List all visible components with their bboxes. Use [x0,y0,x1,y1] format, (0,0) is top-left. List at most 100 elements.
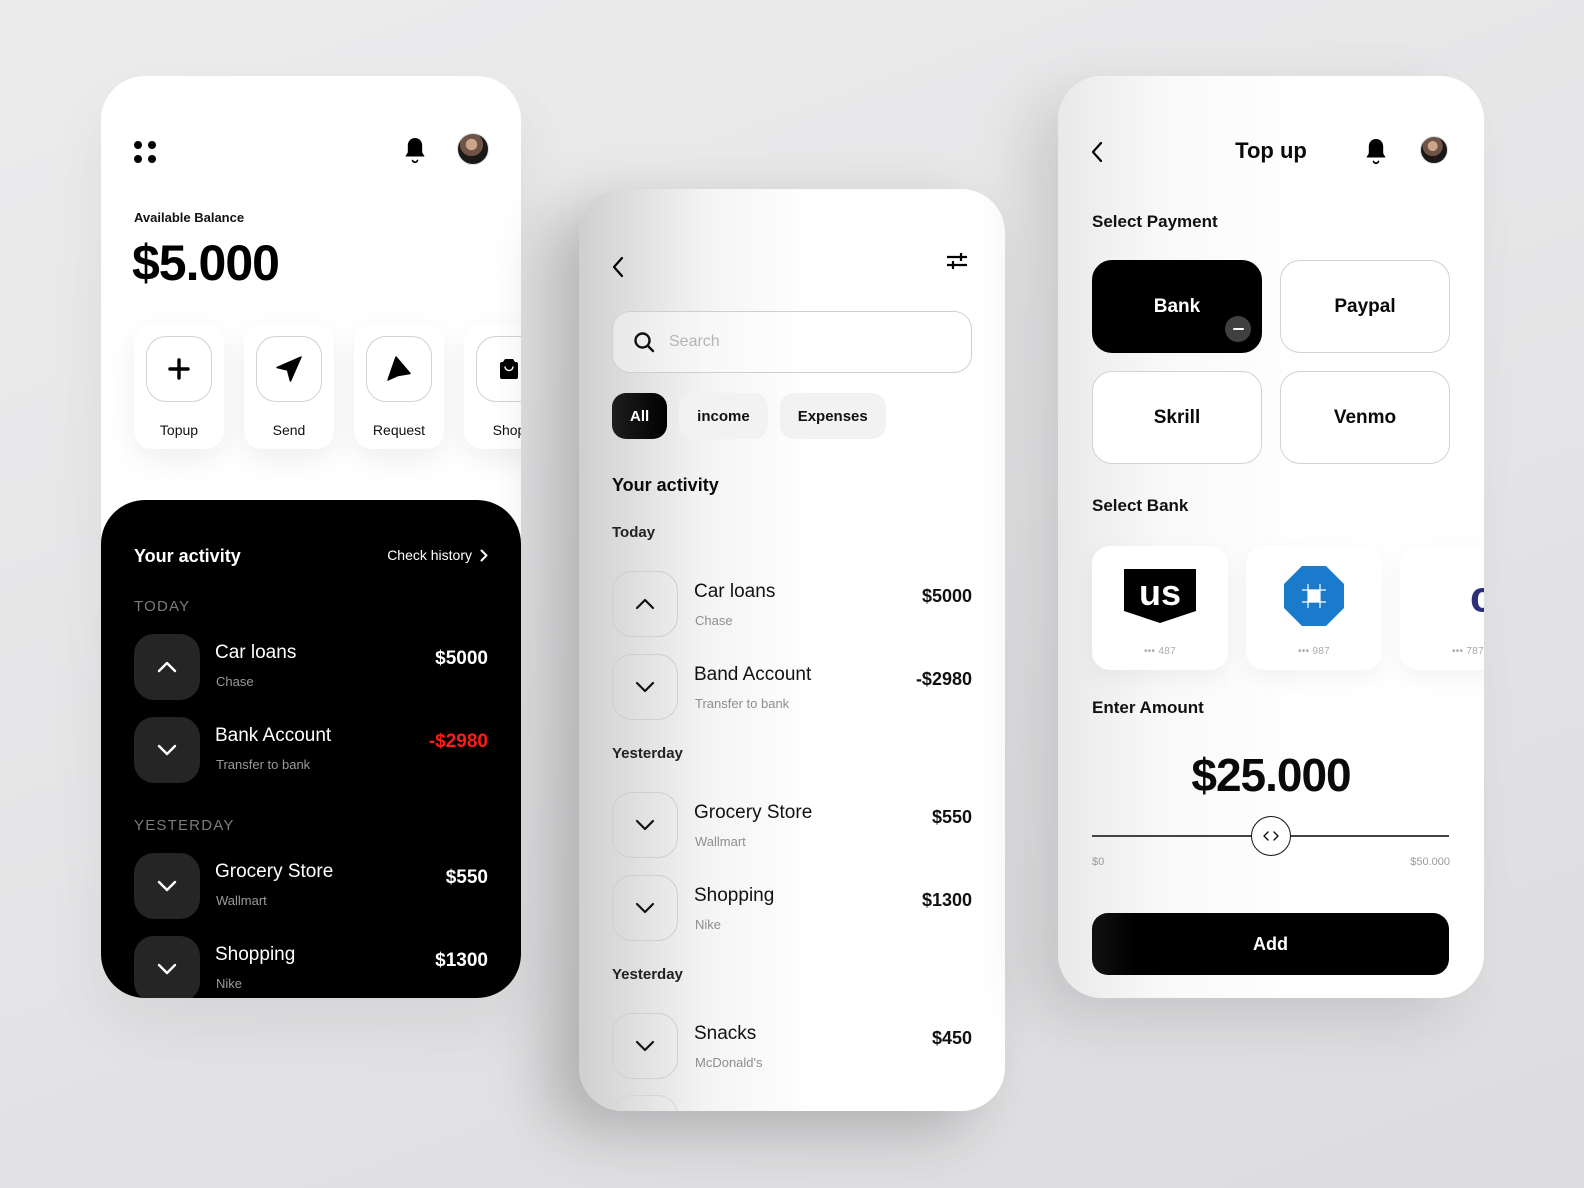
chevron-down-icon [635,819,655,831]
notification-bell-icon[interactable] [403,136,427,166]
transaction-source: Wallmart [695,834,746,849]
transaction-row[interactable]: Shopping Nike $1300 [134,936,488,998]
direction-icon-box [612,571,678,637]
chevron-down-icon [157,963,177,975]
back-button[interactable] [612,256,624,278]
payment-option-label: Skrill [1153,406,1201,428]
check-history-link[interactable]: Check history [387,547,488,563]
topup-action-button[interactable]: Topup [134,324,224,449]
transaction-source: Nike [216,976,243,991]
add-button[interactable]: Add [1092,913,1449,975]
group-label: Yesterday [612,966,683,983]
transaction-amount: $1300 [435,950,488,971]
svg-text:ci: ci [1470,573,1484,621]
transaction-row[interactable]: Car loans Chase $5000 [612,571,972,637]
direction-icon-box [134,853,200,919]
group-label-yesterday: YESTERDAY [134,817,235,834]
transaction-source: Nike [695,917,722,932]
chevron-down-icon [635,681,655,693]
transaction-amount: $550 [445,867,488,888]
slider-max-label: $50.000 [1410,856,1450,868]
shopping-bag-icon [500,359,518,379]
activity-title: Your activity [612,475,719,495]
topup-screen: Top up Select Payment Bank Paypal Skrill… [1058,76,1484,998]
filter-chip-income[interactable]: income [679,393,768,439]
activity-panel: Your activity Check history TODAY Car lo… [101,500,521,998]
transaction-name: Grocery Store [694,802,813,823]
payment-option-bank[interactable]: Bank [1092,260,1262,353]
bank-account-number: ••• 787 [1451,646,1484,657]
bank-account-number: ••• 987 [1297,646,1331,657]
citi-logo: ci [1430,566,1484,626]
transaction-source: Chase [216,674,254,689]
filter-settings-button[interactable] [945,251,969,271]
direction-icon-box [134,717,200,783]
shop-action-button[interactable]: Shop [464,324,521,449]
transaction-row[interactable]: Grocery Store Wallmart $550 [612,792,972,858]
transaction-amount-negative: -$2980 [428,731,488,752]
request-action-button[interactable]: Request [354,324,444,449]
chevron-down-icon [157,744,177,756]
chevron-up-icon [157,661,177,673]
chevron-down-icon [157,880,177,892]
send-action-button[interactable]: Send [244,324,334,449]
home-screen: Available Balance $5.000 Topup Send Requ… [101,76,521,998]
transaction-row[interactable]: Snacks McDonald's $450 [612,1013,972,1079]
transaction-row[interactable]: Band Account Transfer to bank -$2980 [612,654,972,720]
drag-arrows-icon [1262,831,1279,841]
chevron-down-icon [635,1040,655,1052]
transaction-row[interactable]: Bank Account Transfer to bank -$2980 [134,717,488,783]
amount-slider[interactable] [1092,816,1449,856]
transaction-name: Car loans [694,581,776,602]
direction-icon-box [612,792,678,858]
enter-amount-heading: Enter Amount [1092,698,1204,717]
search-field[interactable] [612,311,972,373]
payment-option-skrill[interactable]: Skrill [1092,371,1262,464]
amount-value: $25.000 [1191,749,1351,801]
group-label: Today [612,524,656,541]
shop-icon-box [476,336,521,402]
payment-option-venmo[interactable]: Venmo [1280,371,1450,464]
transaction-name: Band Account [694,664,812,685]
bank-card-chase[interactable]: ••• 987 [1246,546,1382,670]
slider-thumb[interactable] [1250,816,1291,856]
user-avatar[interactable] [457,133,489,165]
transaction-amount: $5000 [435,648,488,669]
select-bank-heading: Select Bank [1092,496,1189,515]
balance-label: Available Balance [134,210,245,225]
send-arrow-icon [276,356,302,382]
payment-options: Bank Paypal Skrill Venmo [1092,260,1450,464]
bank-card-us-bank[interactable]: us ••• 487 [1092,546,1228,670]
user-avatar[interactable] [1420,136,1448,164]
menu-dots-icon[interactable] [134,141,156,163]
remove-icon[interactable] [1225,316,1251,342]
transaction-row[interactable]: Grocery Store Wallmart $550 [134,853,488,919]
payment-option-label: Paypal [1334,295,1396,317]
search-input[interactable] [669,333,929,351]
select-payment-heading: Select Payment [1092,212,1218,231]
filter-chip-all[interactable]: All [612,393,668,439]
bank-list: us ••• 487 ••• 987 ci ••• 787 [1092,546,1484,670]
check-history-label: Check history [387,547,472,563]
payment-option-paypal[interactable]: Paypal [1280,260,1450,353]
slider-min-label: $0 [1092,856,1105,868]
request-arrow-icon [387,356,411,381]
transaction-amount: $1300 [921,890,972,910]
transaction-amount: $550 [931,807,972,827]
quick-actions: Topup Send Request Shop [134,324,521,449]
filter-chip-expenses[interactable]: Expenses [779,393,886,439]
direction-icon-box [134,634,200,700]
direction-icon-box [612,1013,678,1079]
us-bank-logo: us [1122,566,1198,626]
transaction-row-partial[interactable] [612,1095,678,1111]
transaction-row[interactable]: Car loans Chase $5000 [134,634,488,700]
activity-screen: All income Expenses Your activity Today … [579,189,1005,1111]
direction-icon-box [612,654,678,720]
transaction-row[interactable]: Shopping Nike $1300 [612,875,972,941]
chase-logo [1276,566,1352,626]
notification-bell-icon[interactable] [1364,137,1388,167]
bank-card-citi[interactable]: ci ••• 787 [1400,546,1484,670]
direction-icon-box [134,936,200,998]
activity-title: Your activity [134,546,241,566]
svg-text:us: us [1139,572,1181,613]
